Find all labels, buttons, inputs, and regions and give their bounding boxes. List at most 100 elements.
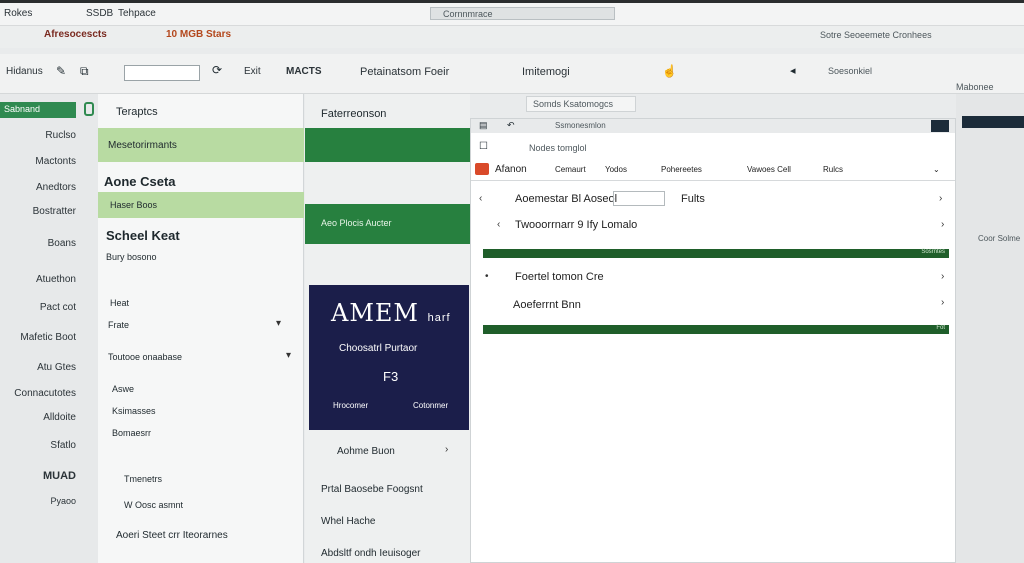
- right-side-panel: Coor Solme: [956, 94, 1024, 563]
- column-header[interactable]: Rulcs: [823, 165, 843, 174]
- list-item-highlight[interactable]: Haser Boos: [98, 192, 304, 218]
- chevron-right-icon[interactable]: ›: [941, 271, 944, 282]
- sidebar-item[interactable]: Alldoite: [0, 412, 98, 423]
- sidebar-item[interactable]: Atu Gtes: [0, 362, 98, 373]
- school-subtitle: Bury bosono: [106, 252, 157, 262]
- sort-icon[interactable]: ⌄: [933, 165, 940, 174]
- refresh-icon[interactable]: ⟳: [212, 63, 222, 77]
- sidebar-item[interactable]: Bostratter: [0, 206, 98, 217]
- pointer-icon[interactable]: ☝: [662, 64, 677, 78]
- window-close-button[interactable]: [931, 120, 949, 132]
- undo-icon[interactable]: ↶: [507, 120, 515, 131]
- table-row[interactable]: Foertel tomon Cre: [515, 271, 604, 283]
- school-title: Scheel Keat: [106, 228, 180, 243]
- toolbar-search-input[interactable]: [124, 65, 200, 81]
- progress-bar: Sosrntes: [483, 249, 949, 258]
- sidebar-item[interactable]: Ruclso: [0, 130, 98, 141]
- add-icon[interactable]: [84, 102, 94, 116]
- chevron-left-icon[interactable]: ‹: [479, 193, 482, 204]
- promo-brand: AMEM: [331, 299, 419, 327]
- browser-tabbar: Rokes SSDB Tehpace Cornnmrace: [0, 0, 1024, 26]
- tab-icon[interactable]: ☐: [479, 141, 488, 152]
- section-title: Aone Cseta: [104, 174, 176, 189]
- app-title: Afresocescts: [44, 29, 107, 40]
- detail-heading: Faterreonson: [321, 108, 387, 120]
- window-tab-label[interactable]: Nodes tomglol: [529, 143, 587, 153]
- toolbar-item-hidanus[interactable]: Hidanus: [6, 66, 43, 77]
- list-item[interactable]: Toutooe onaabase: [108, 352, 182, 362]
- app-subtitle: 10 MGB Stars: [166, 29, 232, 40]
- detail-item[interactable]: Prtal Baosebe Foogsnt: [321, 484, 423, 495]
- window-search[interactable]: Ssmonesmlon: [555, 121, 606, 130]
- list-item[interactable]: Ksimasses: [112, 406, 156, 416]
- chevron-right-icon[interactable]: ›: [939, 193, 942, 204]
- sidebar-item[interactable]: Atuethon: [0, 274, 98, 285]
- chevron-left-icon[interactable]: ‹: [497, 219, 500, 230]
- tab-tehpace[interactable]: Tehpace: [118, 8, 156, 19]
- toolbar-title-right: Imitemogi: [522, 66, 570, 78]
- sidebar-item[interactable]: Pact cot: [0, 302, 98, 313]
- promo-line: Choosatrl Purtaor: [339, 343, 418, 354]
- column-header[interactable]: Afanon: [495, 164, 527, 175]
- table-header: Afanon Cemaurt Yodos Pohereetes Vawoes C…: [471, 159, 955, 181]
- sidebar-item[interactable]: Sfatlo: [0, 440, 98, 451]
- chevron-right-icon[interactable]: ›: [941, 297, 944, 308]
- table-row[interactable]: Twooorrnarr 9 Ify Lomalo: [515, 219, 637, 231]
- detail-item[interactable]: Aohme Buon: [337, 446, 395, 457]
- sidebar-item[interactable]: Pyaoo: [0, 496, 98, 506]
- sidebar-item[interactable]: Boans: [0, 238, 98, 249]
- chevron-down-icon[interactable]: ▾: [276, 318, 281, 329]
- sidebar-item[interactable]: Anedtors: [0, 182, 98, 193]
- panel-heading: Teraptcs: [116, 106, 158, 118]
- column-header[interactable]: Yodos: [605, 165, 627, 174]
- sidebar-item[interactable]: Mactonts: [0, 156, 98, 167]
- tab-rokes[interactable]: Rokes: [4, 8, 32, 19]
- list-panel: Teraptcs Mesetorirmants Aone Cseta Haser…: [98, 94, 304, 563]
- exit-button[interactable]: Exit: [244, 66, 261, 77]
- detail-item[interactable]: Abdsltf ondh Ieuisoger: [321, 548, 421, 559]
- left-sidebar: Sabnand Ruclso Mactonts Anedtors Bostrat…: [0, 94, 98, 563]
- edit-icon[interactable]: ✎: [56, 64, 66, 78]
- label-heat: Heat: [110, 298, 130, 308]
- detail-banner[interactable]: Aeo Plocis Aucter: [305, 204, 470, 244]
- sidebar-item-active[interactable]: Sabnand: [0, 102, 76, 118]
- screen-bezel: [0, 0, 1024, 3]
- toolbar: Hidanus ✎ ⧉ ⟳ Exit MACTS Petainatsom Foe…: [0, 54, 1024, 94]
- chevron-down-icon[interactable]: ▾: [286, 350, 291, 361]
- copy-icon[interactable]: ⧉: [80, 64, 89, 79]
- list-item[interactable]: Frate: [108, 320, 129, 330]
- promo-logo-icon: F3: [383, 369, 399, 384]
- chevron-right-icon[interactable]: ›: [445, 444, 448, 455]
- table-row[interactable]: Aoeferrnt Bnn: [513, 299, 581, 311]
- right-toolbar-button[interactable]: [962, 116, 1024, 128]
- detail-item[interactable]: Whel Hache: [321, 516, 375, 527]
- column-header[interactable]: Pohereetes: [661, 165, 702, 174]
- list-item[interactable]: W Oosc asmnt: [124, 500, 183, 510]
- promo-footer-right: Cotonmer: [413, 401, 449, 410]
- progress-bar: Fot: [483, 325, 949, 334]
- list-item[interactable]: Bomaesrr: [112, 428, 151, 438]
- list-item[interactable]: Aoeri Steet crr Iteorarnes: [116, 530, 228, 541]
- promo-footer-left: Hrocomer: [333, 401, 369, 410]
- sidebar-item[interactable]: MUAD: [0, 470, 98, 482]
- window-title-tab[interactable]: Somds Ksatomogcs: [526, 96, 636, 112]
- tab-ssdb[interactable]: SSDB: [86, 8, 113, 19]
- address-bar[interactable]: Cornnmrace: [430, 7, 615, 20]
- list-item-selected[interactable]: Mesetorirmants: [98, 128, 304, 162]
- promo-card[interactable]: AMEM harf Choosatrl Purtaor F3 Hrocomer …: [309, 285, 469, 430]
- chevron-right-icon[interactable]: ›: [941, 219, 944, 230]
- detail-band: [305, 128, 470, 162]
- column-header[interactable]: Vawoes Cell: [747, 165, 791, 174]
- back-icon[interactable]: ◂: [790, 64, 796, 77]
- macts-button[interactable]: MACTS: [286, 66, 322, 77]
- sidebar-item[interactable]: Connacutotes: [0, 388, 98, 399]
- table-row[interactable]: Aoemestar Bl Aoseol: [515, 193, 617, 205]
- list-item[interactable]: Tmenetrs: [124, 474, 162, 484]
- row-input[interactable]: [613, 191, 665, 206]
- window-toolbar: ▤ ↶ Ssmonesmlon: [471, 119, 955, 133]
- file-icon[interactable]: ▤: [479, 120, 488, 131]
- list-item[interactable]: Aswe: [112, 384, 134, 394]
- sidebar-item[interactable]: Mafetic Boot: [0, 332, 98, 343]
- main-window: ▤ ↶ Ssmonesmlon ☐ Nodes tomglol Afanon C…: [470, 118, 956, 563]
- column-header[interactable]: Cemaurt: [555, 165, 586, 174]
